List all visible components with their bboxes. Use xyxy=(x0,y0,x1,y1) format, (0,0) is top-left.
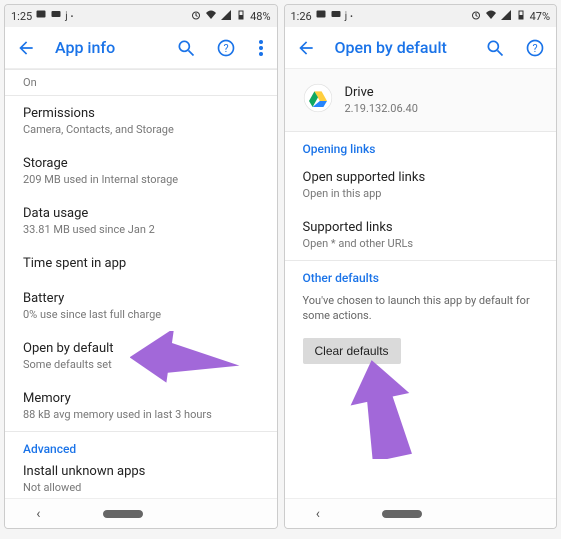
alarm-icon xyxy=(470,9,482,24)
item-sub: 209 MB used in Internal storage xyxy=(23,173,259,186)
category-other-defaults: Other defaults xyxy=(285,261,557,289)
phone-right: 1:26 j • 47% xyxy=(284,4,558,529)
battery-icon xyxy=(235,9,247,24)
status-time: 1:26 xyxy=(291,10,312,23)
app-bar: App info ? xyxy=(5,27,277,69)
item-sub: 33.81 MB used since Jan 2 xyxy=(23,223,259,236)
nav-back-icon[interactable]: ‹ xyxy=(36,506,40,522)
list-item[interactable]: Storage 209 MB used in Internal storage xyxy=(5,146,277,196)
signal-icon xyxy=(500,9,512,24)
back-button[interactable] xyxy=(295,37,317,59)
nav-back-icon[interactable]: ‹ xyxy=(316,506,320,522)
list-item[interactable]: Install unknown apps Not allowed xyxy=(5,460,277,498)
app-header: Drive 2.19.132.06.40 xyxy=(285,69,557,131)
annotation-arrow xyxy=(347,359,417,459)
nav-bar: ‹ xyxy=(5,498,277,528)
content-area: Drive 2.19.132.06.40 Opening links Open … xyxy=(285,69,557,498)
status-left: 1:26 j • xyxy=(291,9,353,24)
content-area: On Permissions Camera, Contacts, and Sto… xyxy=(5,69,277,498)
j-icon: j xyxy=(65,11,67,22)
msg-icon xyxy=(330,9,342,24)
status-bar: 1:25 j • 48% xyxy=(5,5,277,27)
item-sub: Not allowed xyxy=(23,481,259,494)
list-item[interactable]: Battery 0% use since last full charge xyxy=(5,281,277,331)
page-title: App info xyxy=(55,38,157,57)
defaults-description: You've chosen to launch this app by defa… xyxy=(285,289,557,334)
dot-icon: • xyxy=(71,12,74,21)
list-item[interactable]: Time spent in app xyxy=(5,246,277,281)
item-label: Supported links xyxy=(303,220,539,235)
item-sub: 88 kB avg memory used in last 3 hours xyxy=(23,408,259,421)
list-item-open-by-default[interactable]: Open by default Some defaults set xyxy=(5,331,277,381)
item-label: Memory xyxy=(23,391,259,406)
app-meta: Drive 2.19.132.06.40 xyxy=(345,85,418,115)
help-icon[interactable]: ? xyxy=(215,37,237,59)
status-bar: 1:26 j • 47% xyxy=(285,5,557,27)
item-label: Install unknown apps xyxy=(23,464,259,479)
item-sub: Open * and other URLs xyxy=(303,237,539,250)
alarm-icon xyxy=(190,9,202,24)
nav-bar: ‹ xyxy=(285,498,557,528)
search-icon[interactable] xyxy=(484,37,506,59)
wifi-icon xyxy=(205,9,217,24)
signal-icon xyxy=(220,9,232,24)
item-label: Storage xyxy=(23,156,259,171)
category-advanced[interactable]: Advanced xyxy=(5,432,277,460)
list-item[interactable]: Supported links Open * and other URLs xyxy=(285,210,557,260)
clear-defaults-button[interactable]: Clear defaults xyxy=(303,338,401,364)
item-label: Battery xyxy=(23,291,259,306)
msg-icon xyxy=(50,9,62,24)
nav-home-pill[interactable] xyxy=(103,510,143,518)
search-icon[interactable] xyxy=(175,37,197,59)
item-label: Open supported links xyxy=(303,170,539,185)
item-sub: Camera, Contacts, and Storage xyxy=(23,123,259,136)
app-bar: Open by default ? xyxy=(285,27,557,69)
list-item[interactable]: Permissions Camera, Contacts, and Storag… xyxy=(5,96,277,146)
item-label: Data usage xyxy=(23,206,259,221)
svg-text:?: ? xyxy=(532,42,537,55)
list-item[interactable]: On xyxy=(5,70,277,95)
drive-icon xyxy=(303,83,333,117)
item-sub: Open in this app xyxy=(303,187,539,200)
help-icon[interactable]: ? xyxy=(524,37,546,59)
j-icon: j xyxy=(345,11,347,22)
nav-home-pill[interactable] xyxy=(382,510,422,518)
item-label: On xyxy=(23,76,259,89)
app-version: 2.19.132.06.40 xyxy=(345,102,418,115)
status-left: 1:25 j • xyxy=(11,9,73,24)
battery-icon xyxy=(515,9,527,24)
list-item[interactable]: Open supported links Open in this app xyxy=(285,160,557,210)
back-button[interactable] xyxy=(15,37,37,59)
phone-left: 1:25 j • 48% xyxy=(4,4,278,529)
svg-text:?: ? xyxy=(223,42,228,55)
overflow-icon[interactable] xyxy=(255,37,267,59)
category-opening-links: Opening links xyxy=(285,132,557,160)
chat-icon xyxy=(35,9,47,24)
status-right: 48% xyxy=(190,9,270,24)
item-label: Time spent in app xyxy=(23,256,259,271)
app-name: Drive xyxy=(345,85,418,100)
status-right: 47% xyxy=(470,9,550,24)
battery-pct: 48% xyxy=(250,10,270,23)
item-sub: 0% use since last full charge xyxy=(23,308,259,321)
list-item[interactable]: Data usage 33.81 MB used since Jan 2 xyxy=(5,196,277,246)
dot-icon: • xyxy=(350,12,353,21)
battery-pct: 47% xyxy=(530,10,550,23)
item-label: Permissions xyxy=(23,106,259,121)
item-sub: Some defaults set xyxy=(23,358,259,371)
page-title: Open by default xyxy=(335,38,467,57)
chat-icon xyxy=(315,9,327,24)
wifi-icon xyxy=(485,9,497,24)
item-label: Open by default xyxy=(23,341,259,356)
list-item[interactable]: Memory 88 kB avg memory used in last 3 h… xyxy=(5,381,277,431)
status-time: 1:25 xyxy=(11,10,32,23)
